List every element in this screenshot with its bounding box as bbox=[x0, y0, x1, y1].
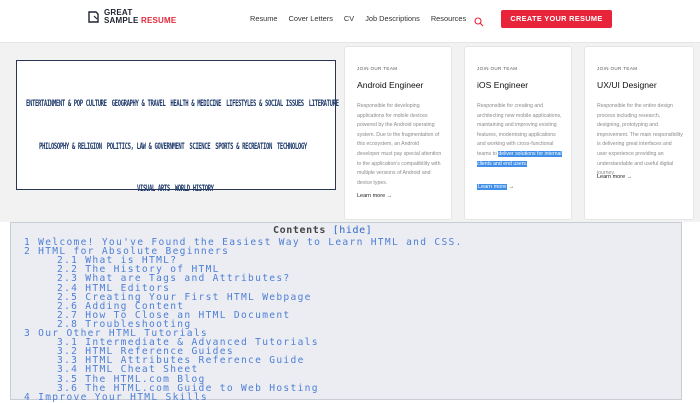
job-card-ux-ui[interactable]: JOIN OUR TEAM UX/UI Designer Responsible… bbox=[584, 46, 694, 220]
card-title[interactable]: Android Engineer bbox=[357, 80, 423, 90]
card-description: Responsible for developing applications … bbox=[357, 103, 442, 186]
card-title[interactable]: UX/UI Designer bbox=[597, 80, 657, 90]
learn-more-link[interactable]: Learn more → bbox=[357, 193, 392, 199]
logo-icon bbox=[86, 10, 100, 24]
job-card-android[interactable]: JOIN OUR TEAM Android Engineer Responsib… bbox=[344, 46, 452, 220]
table-of-contents: Contents [hide] 1 Welcome! You've Found … bbox=[10, 222, 682, 402]
logo-line-2: SAMPLE RESUME bbox=[104, 16, 177, 25]
categories-panel: ENTERTAINMENT & POP CULTURE GEOGRAPHY & … bbox=[16, 60, 339, 194]
hide-toggle[interactable]: [hide] bbox=[333, 225, 373, 236]
category-row-2: PHILOSOPHY & RELIGION POLITICS, LAW & GO… bbox=[39, 142, 307, 152]
card-kicker: JOIN OUR TEAM bbox=[357, 66, 398, 71]
category-link[interactable]: SPORTS & RECREATION bbox=[215, 142, 272, 152]
nav-resources[interactable]: Resources bbox=[431, 14, 466, 23]
card-kicker: JOIN OUR TEAM bbox=[597, 66, 638, 71]
category-link[interactable]: SCIENCE bbox=[189, 142, 210, 152]
category-link[interactable]: TECHNOLOGY bbox=[277, 142, 307, 152]
search-icon[interactable] bbox=[474, 14, 484, 27]
site-header: GREAT SAMPLE RESUME Resume Cover Letters… bbox=[0, 0, 700, 43]
create-resume-button[interactable]: CREATE YOUR RESUME bbox=[501, 10, 612, 28]
card-kicker: JOIN OUR TEAM bbox=[477, 66, 518, 71]
card-description: Responsible for the entire design proces… bbox=[597, 103, 683, 177]
job-card-ios[interactable]: JOIN OUR TEAM iOS Engineer Responsible f… bbox=[464, 46, 572, 220]
site-logo[interactable]: GREAT SAMPLE RESUME bbox=[86, 9, 176, 25]
category-link[interactable]: HEALTH & MEDICINE bbox=[170, 99, 221, 109]
category-link[interactable]: LITERATURE bbox=[309, 99, 339, 109]
category-row-1: ENTERTAINMENT & POP CULTURE GEOGRAPHY & … bbox=[26, 99, 339, 109]
main-nav: Resume Cover Letters CV Job Descriptions… bbox=[250, 14, 466, 23]
nav-cover-letters[interactable]: Cover Letters bbox=[289, 14, 333, 23]
category-link[interactable]: LIFESTYLES & SOCIAL ISSUES bbox=[226, 99, 304, 109]
toc-link[interactable]: 4 Improve Your HTML Skills bbox=[24, 392, 208, 402]
category-row-3: VISUAL ARTS WORLD HISTORY bbox=[137, 184, 214, 194]
category-link[interactable]: VISUAL ARTS bbox=[137, 184, 170, 194]
contents-title: Contents [hide] bbox=[273, 225, 373, 236]
learn-more-link[interactable]: Learn more → bbox=[597, 174, 632, 180]
card-description: Responsible for creating and architectin… bbox=[477, 103, 562, 167]
category-link[interactable]: ENTERTAINMENT & POP CULTURE bbox=[26, 99, 107, 109]
category-link[interactable]: PHILOSOPHY & RELIGION bbox=[39, 142, 102, 152]
category-link[interactable]: WORLD HISTORY bbox=[175, 184, 214, 194]
nav-resume[interactable]: Resume bbox=[250, 14, 278, 23]
nav-cv[interactable]: CV bbox=[344, 14, 354, 23]
learn-more-link[interactable]: Learn more → bbox=[477, 184, 514, 190]
category-link[interactable]: POLITICS, LAW & GOVERNMENT bbox=[107, 142, 185, 152]
nav-job-descriptions[interactable]: Job Descriptions bbox=[365, 14, 420, 23]
category-link[interactable]: GEOGRAPHY & TRAVEL bbox=[112, 99, 166, 109]
card-title[interactable]: iOS Engineer bbox=[477, 80, 528, 90]
